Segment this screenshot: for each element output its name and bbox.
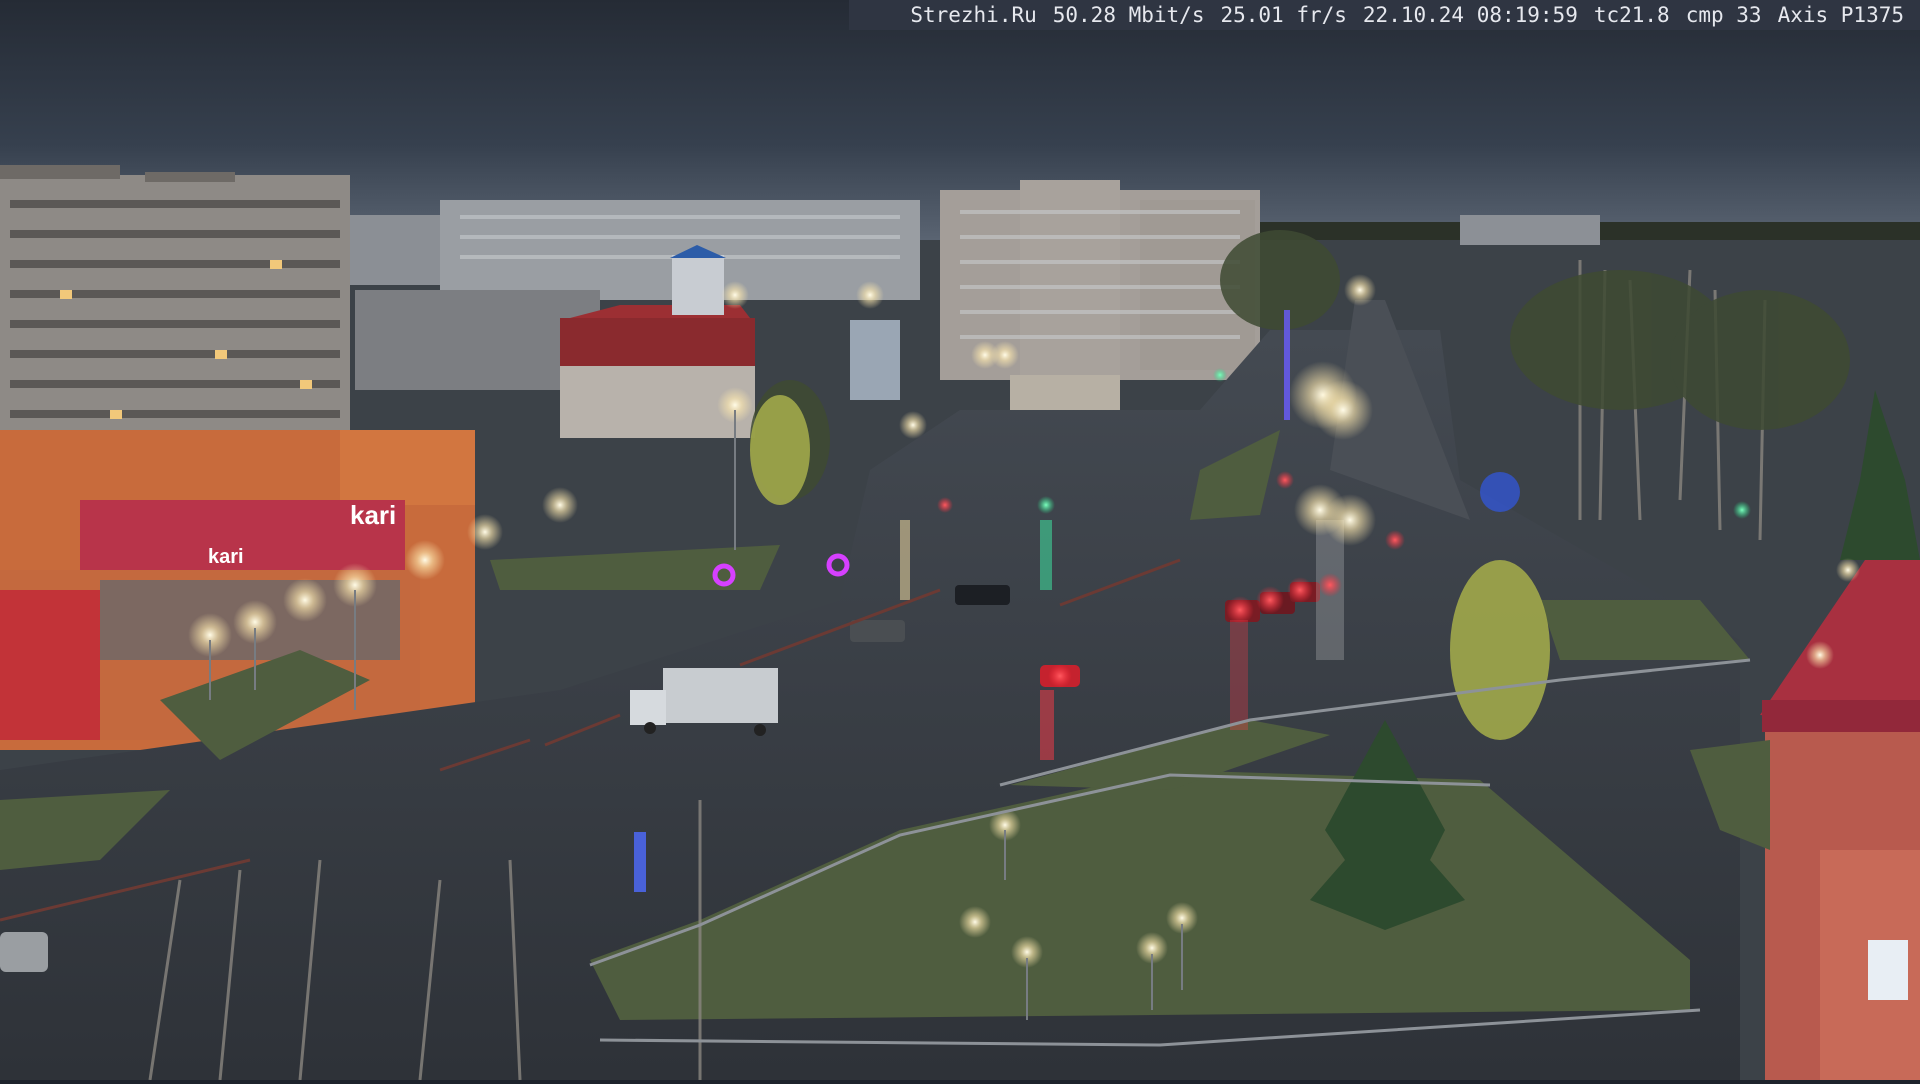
overlay-bitrate: 50.28 Mbit/s [1052, 3, 1205, 27]
overlay-site: Strezhi.Ru [910, 3, 1037, 27]
overlay-cmp: cmp 33 [1685, 3, 1762, 27]
street-scene-svg: kari kari [0, 0, 1920, 1081]
store-sign-secondary: kari [208, 546, 244, 568]
overlay-datetime: 22.10.24 08:19:59 [1362, 3, 1578, 27]
webcam-scene: kari kari [0, 0, 1920, 1081]
overlay-model: Axis P1375 [1777, 3, 1904, 27]
overlay-tc: tc21.8 [1593, 3, 1670, 27]
overlay-framerate: 25.01 fr/s [1220, 3, 1347, 27]
store-sign: kari [350, 500, 396, 530]
camera-info-overlay: Strezhi.Ru 50.28 Mbit/s 25.01 fr/s 22.10… [849, 0, 1920, 30]
